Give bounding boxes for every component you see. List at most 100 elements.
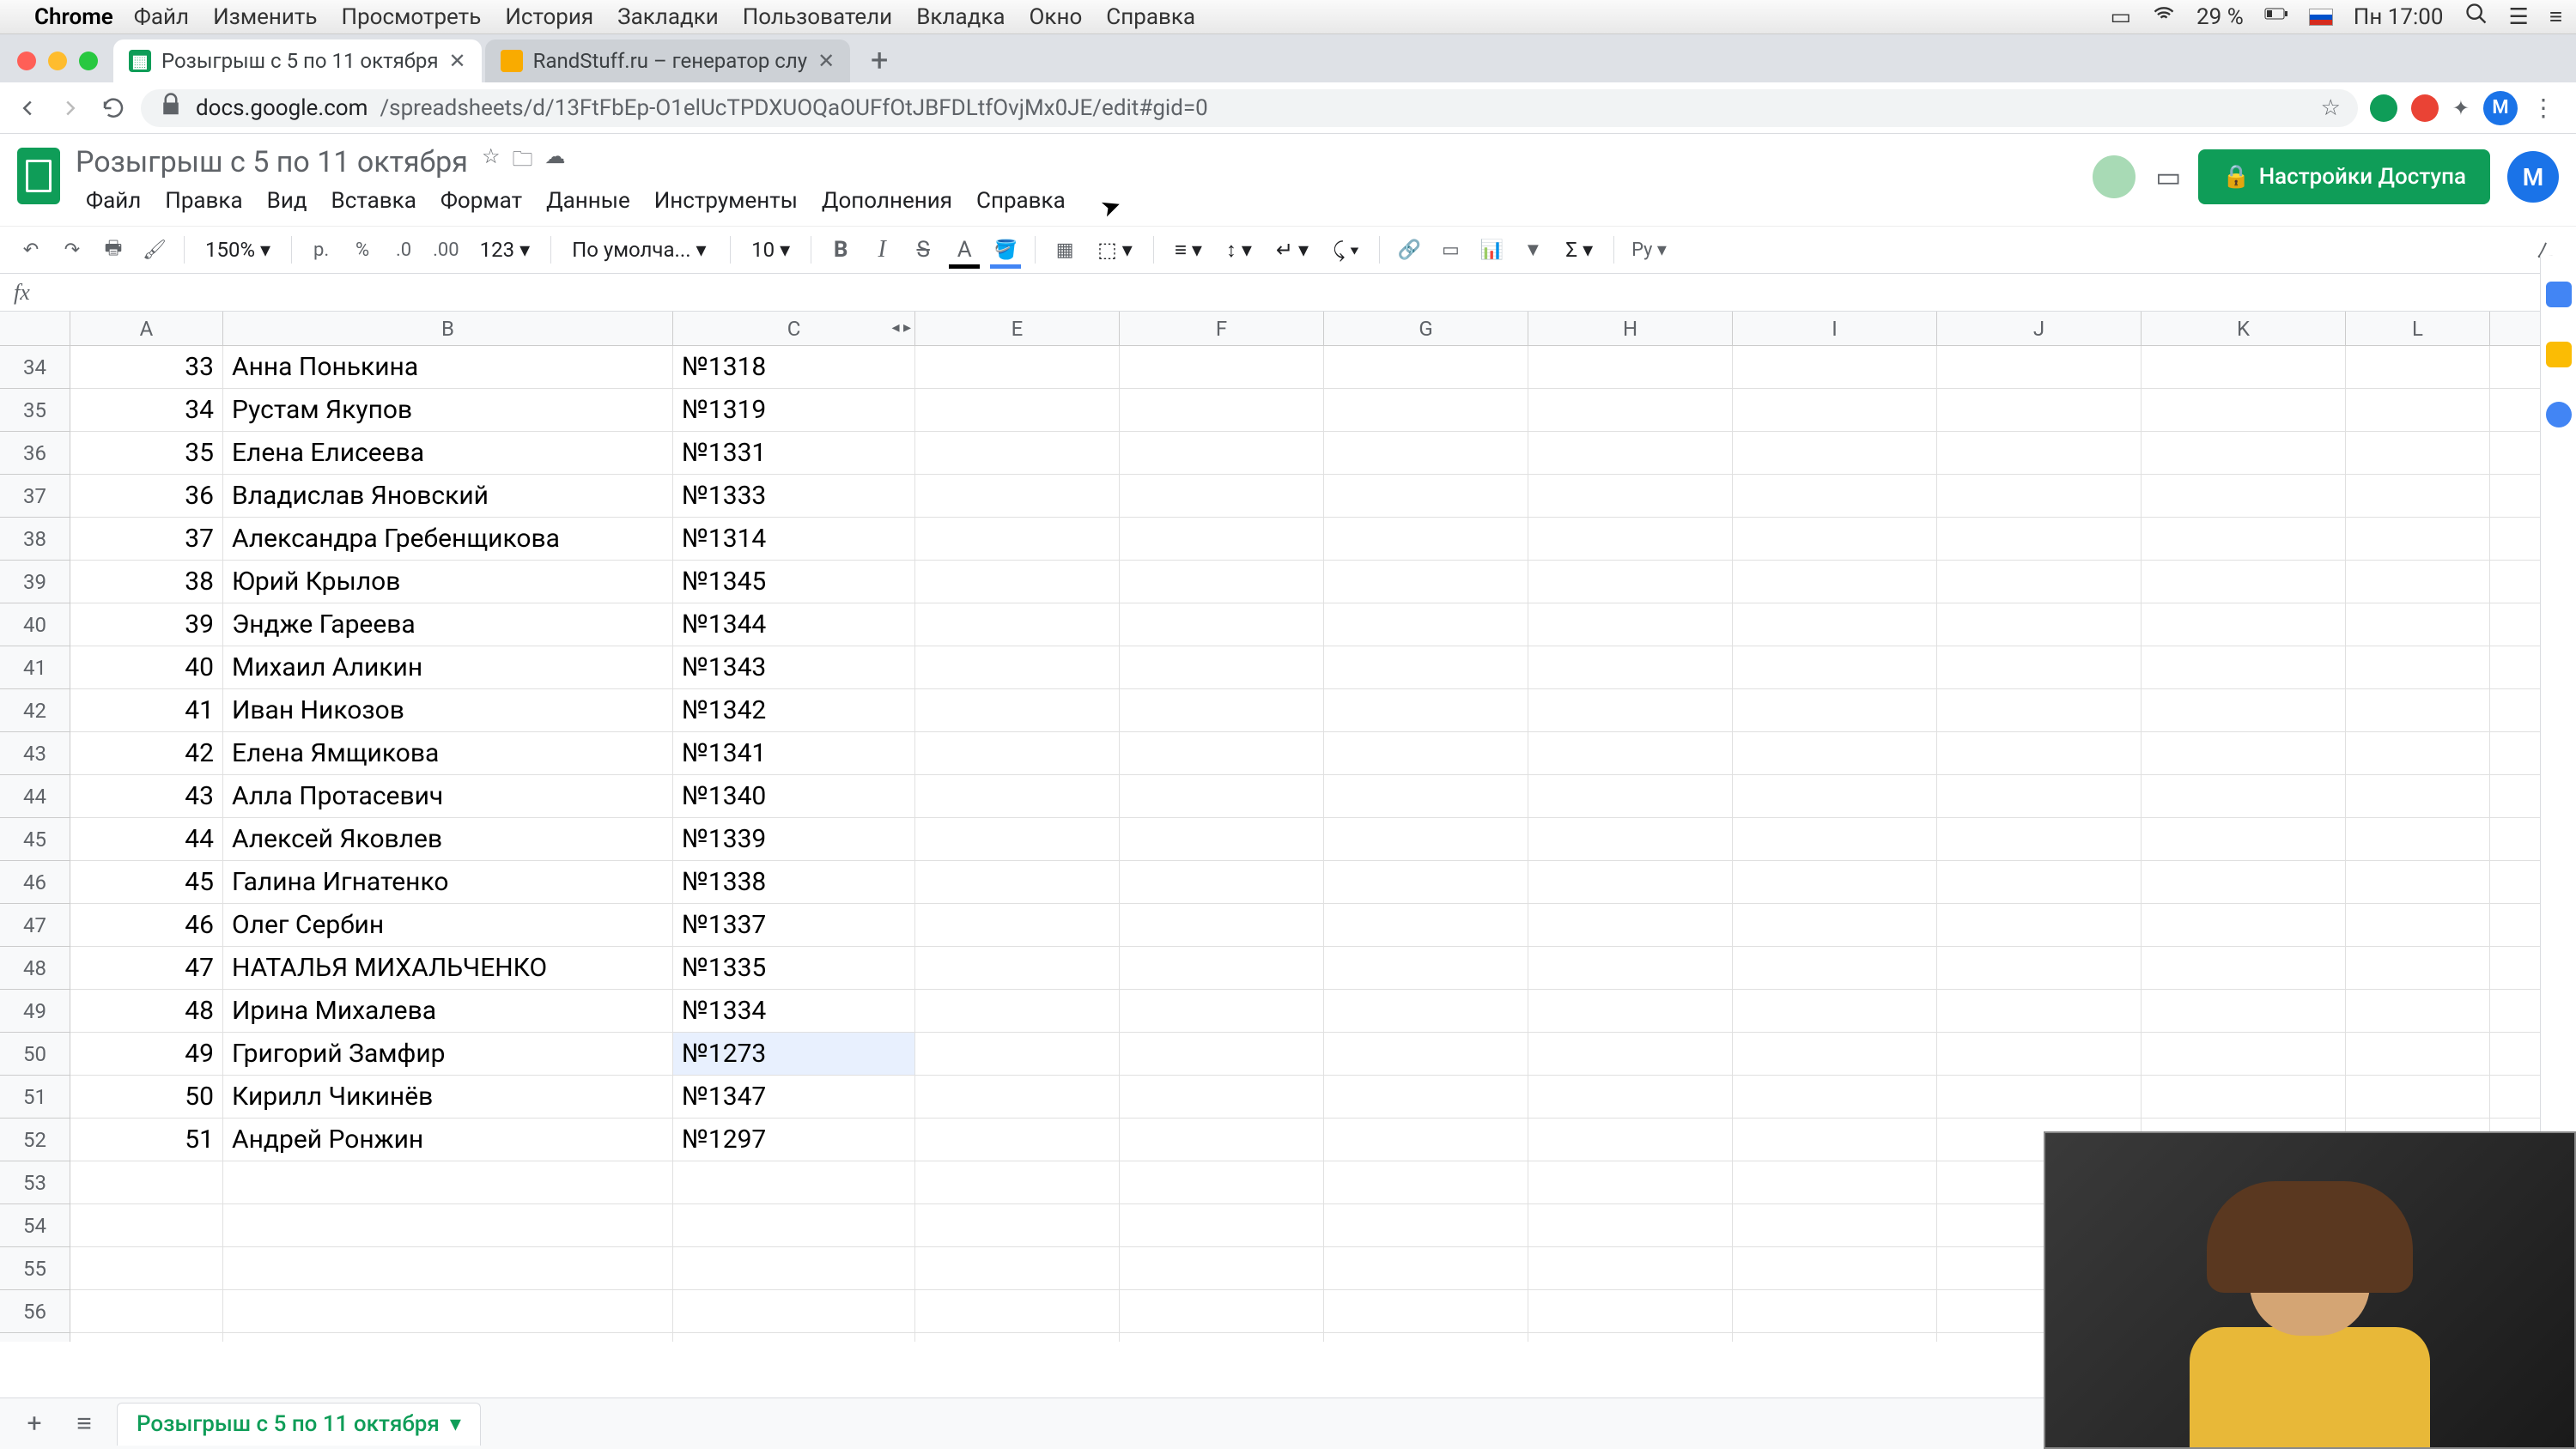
cell[interactable]: 45 — [70, 861, 223, 903]
cell[interactable] — [2142, 561, 2346, 603]
cell[interactable] — [2346, 518, 2490, 560]
add-sheet-button[interactable]: + — [17, 1407, 52, 1441]
menu-format[interactable]: Формат — [430, 185, 532, 217]
cell[interactable] — [2346, 818, 2490, 860]
table-row[interactable]: 44 Алексей Яковлев№1339 — [70, 818, 2576, 861]
cell[interactable] — [2142, 1033, 2346, 1075]
row-header[interactable]: 49 — [0, 990, 70, 1033]
move-icon[interactable]: 🗀 — [512, 144, 532, 179]
forward-button[interactable] — [55, 93, 86, 124]
cell[interactable] — [1324, 775, 1528, 817]
cell[interactable] — [1324, 818, 1528, 860]
cell[interactable] — [2346, 1033, 2490, 1075]
cell[interactable] — [1733, 947, 1937, 989]
cell[interactable] — [1733, 1033, 1937, 1075]
menu-tools[interactable]: Инструменты — [644, 185, 808, 217]
star-icon[interactable]: ☆ — [482, 144, 501, 179]
menu-data[interactable]: Данные — [536, 185, 641, 217]
cell[interactable]: №1334 — [673, 990, 915, 1032]
cell[interactable]: Григорий Замфир — [223, 1033, 673, 1075]
cell[interactable] — [1528, 990, 1733, 1032]
table-row[interactable]: 36Владислав Яновский№1333 — [70, 475, 2576, 518]
cell[interactable]: №1347 — [673, 1076, 915, 1118]
comments-icon[interactable]: ▭ — [2155, 161, 2181, 193]
cell[interactable] — [1324, 1247, 1528, 1289]
cell[interactable] — [1937, 518, 2142, 560]
col-header-i[interactable]: I — [1733, 312, 1937, 345]
cell[interactable] — [673, 1161, 915, 1203]
cell[interactable] — [1528, 518, 1733, 560]
row-header[interactable]: 36 — [0, 432, 70, 475]
menu-file[interactable]: Файл — [134, 4, 189, 30]
col-header-a[interactable]: A — [70, 312, 223, 345]
star-icon[interactable]: ☆ — [2321, 95, 2341, 121]
cell[interactable] — [915, 475, 1120, 517]
close-tab-icon[interactable]: ✕ — [817, 49, 835, 73]
menu-file[interactable]: Файл — [76, 185, 151, 217]
table-row[interactable]: 50Кирилл Чикинёв№1347 — [70, 1076, 2576, 1119]
row-header[interactable]: 52 — [0, 1119, 70, 1161]
cell[interactable] — [1937, 904, 2142, 946]
cell[interactable] — [2346, 947, 2490, 989]
close-window-button[interactable] — [17, 52, 36, 70]
cell[interactable] — [2142, 1076, 2346, 1118]
decrease-decimal-button[interactable]: .0 — [386, 233, 421, 267]
table-row[interactable]: 41Иван Никозов№1342 — [70, 689, 2576, 732]
cell[interactable] — [1733, 1119, 1937, 1161]
row-header[interactable]: 55 — [0, 1247, 70, 1290]
cell[interactable] — [2142, 603, 2346, 646]
url-field[interactable]: docs.google.com/spreadsheets/d/13FtFbEp-… — [141, 89, 2358, 127]
percent-button[interactable]: % — [345, 233, 380, 267]
cell[interactable] — [1324, 1119, 1528, 1161]
cell[interactable] — [1120, 689, 1324, 731]
cell[interactable] — [2346, 475, 2490, 517]
cell[interactable] — [223, 1247, 673, 1289]
currency-button[interactable]: р. — [304, 233, 338, 267]
cell[interactable] — [70, 1333, 223, 1342]
cell[interactable] — [1733, 904, 1937, 946]
text-color-button[interactable]: A — [947, 233, 981, 267]
cell[interactable] — [1324, 603, 1528, 646]
cell[interactable]: №1333 — [673, 475, 915, 517]
cell[interactable] — [1528, 646, 1733, 688]
cell[interactable] — [70, 1161, 223, 1203]
cell[interactable] — [1937, 561, 2142, 603]
cell[interactable]: №1345 — [673, 561, 915, 603]
cell[interactable] — [2142, 346, 2346, 388]
cell[interactable]: 50 — [70, 1076, 223, 1118]
cell[interactable] — [673, 1333, 915, 1342]
cell[interactable]: №1340 — [673, 775, 915, 817]
cell[interactable] — [2142, 518, 2346, 560]
cell[interactable] — [1733, 818, 1937, 860]
menu-history[interactable]: История — [505, 4, 593, 30]
extension-icon[interactable] — [2370, 94, 2397, 122]
table-row[interactable]: 42Елена Ямщикова№1341 — [70, 732, 2576, 775]
fill-color-button[interactable]: 🪣 — [988, 233, 1023, 267]
tab-sheets[interactable]: ▦ Розыгрыш с 5 по 11 октября ✕ — [113, 39, 482, 82]
cell[interactable]: Анна Понькина — [223, 346, 673, 388]
cell[interactable]: Эндже Гареева — [223, 603, 673, 646]
cell[interactable]: Кирилл Чикинёв — [223, 1076, 673, 1118]
link-button[interactable]: 🔗 — [1392, 233, 1426, 267]
menu-insert[interactable]: Вставка — [321, 185, 427, 217]
cell[interactable] — [915, 432, 1120, 474]
cell[interactable] — [1324, 861, 1528, 903]
cell[interactable] — [1120, 818, 1324, 860]
cell[interactable] — [915, 732, 1120, 774]
cell[interactable] — [1528, 475, 1733, 517]
cell[interactable] — [915, 1204, 1120, 1246]
cell[interactable] — [1120, 861, 1324, 903]
cell[interactable]: №1341 — [673, 732, 915, 774]
cell[interactable] — [1733, 1161, 1937, 1203]
cell[interactable]: 34 — [70, 389, 223, 431]
cell[interactable]: 46 — [70, 904, 223, 946]
cell[interactable] — [915, 1290, 1120, 1332]
cell[interactable] — [1733, 389, 1937, 431]
row-header[interactable]: 57 — [0, 1333, 70, 1342]
cell[interactable] — [1528, 1333, 1733, 1342]
row-header[interactable]: 51 — [0, 1076, 70, 1119]
menu-edit[interactable]: Правка — [155, 185, 252, 217]
cell[interactable] — [1528, 432, 1733, 474]
strike-button[interactable]: S — [906, 233, 940, 267]
cell[interactable] — [2346, 775, 2490, 817]
